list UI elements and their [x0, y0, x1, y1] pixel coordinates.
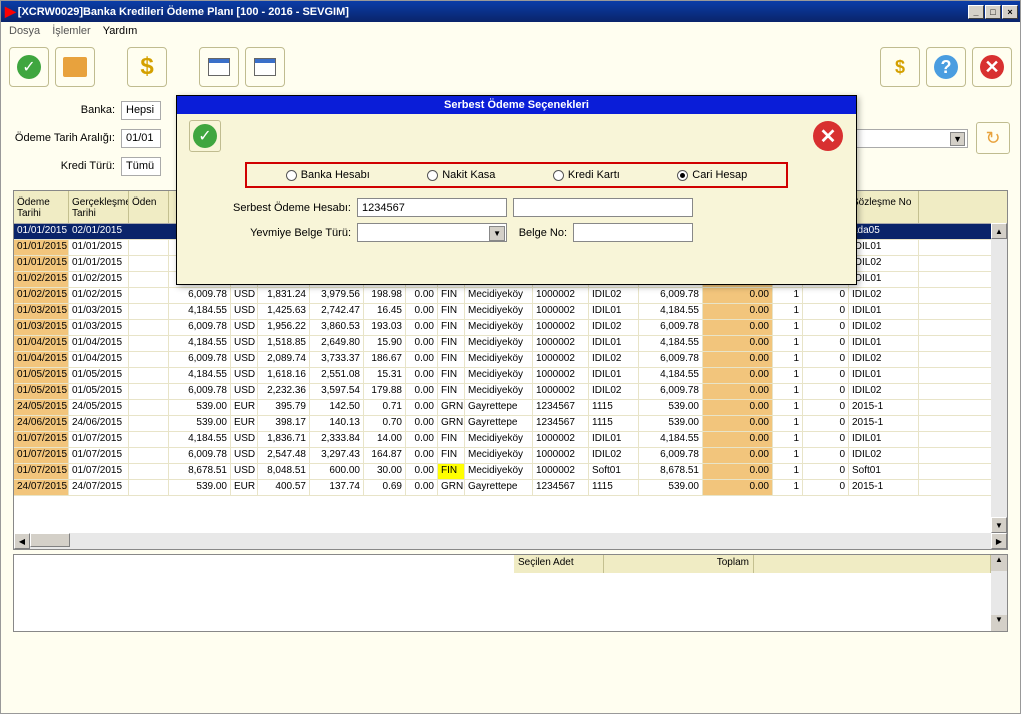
menu-islemler[interactable]: İşlemler [52, 25, 91, 37]
check-circle-icon: ✓ [17, 55, 41, 79]
help-button[interactable]: ? [926, 47, 966, 87]
scroll-left-icon[interactable]: ◀ [14, 533, 30, 549]
folder-icon [63, 57, 87, 77]
table-row[interactable]: 01/05/201501/05/20156,009.78USD2,232.363… [14, 384, 1007, 400]
window-title: [XCRW0029]Banka Kredileri Ödeme Planı [1… [18, 6, 968, 18]
col-oden[interactable]: Öden [129, 191, 169, 223]
open-button[interactable] [55, 47, 95, 87]
table-row[interactable]: 01/05/201501/05/20154,184.55USD1,618.162… [14, 368, 1007, 384]
table-row[interactable]: 01/02/201501/02/20156,009.78USD1,831.243… [14, 288, 1007, 304]
grid1-button[interactable] [199, 47, 239, 87]
table-row[interactable]: 01/03/201501/03/20154,184.55USD1,425.632… [14, 304, 1007, 320]
belge-no-label: Belge No: [513, 227, 573, 239]
table-row[interactable]: 01/07/201501/07/20156,009.78USD2,547.483… [14, 448, 1007, 464]
table-row[interactable]: 01/03/201501/03/20156,009.78USD1,956.223… [14, 320, 1007, 336]
title-bar: ▶ [XCRW0029]Banka Kredileri Ödeme Planı … [1, 1, 1020, 22]
pay-button[interactable]: $ [127, 47, 167, 87]
scroll-down-icon[interactable]: ▼ [991, 517, 1007, 533]
table-row[interactable]: 01/07/201501/07/20158,678.51USD8,048.516… [14, 464, 1007, 480]
close-circle-icon: ✕ [813, 121, 843, 151]
refresh-button[interactable]: ↻ [976, 122, 1010, 154]
table-row[interactable]: 01/07/201501/07/20154,184.55USD1,836.712… [14, 432, 1007, 448]
scroll-right-icon[interactable]: ▶ [991, 533, 1007, 549]
check-circle-icon: ✓ [193, 124, 217, 148]
close-button[interactable]: × [1002, 5, 1018, 19]
report-button[interactable]: $ [880, 47, 920, 87]
app-icon: ▶ [5, 3, 16, 20]
scroll-up-icon[interactable]: ▲ [991, 223, 1007, 239]
col-odeme-tarihi[interactable]: Ödeme Tarihi [14, 191, 69, 223]
grid-icon [254, 58, 276, 76]
exit-button[interactable]: ✕ [972, 47, 1012, 87]
main-toolbar: ✓ $ $ ? ✕ [1, 40, 1020, 94]
vertical-scrollbar[interactable]: ▲ ▼ [991, 223, 1007, 533]
tarih-from-input[interactable] [121, 129, 161, 148]
scroll-up-icon[interactable]: ▲ [991, 555, 1007, 571]
dollar-icon: $ [140, 53, 153, 81]
document-dollar-icon: $ [895, 57, 905, 78]
payment-type-radiogroup: Banka Hesabı Nakit Kasa Kredi Kartı Cari… [245, 162, 788, 188]
belge-turu-label: Yevmiye Belge Türü: [197, 227, 357, 239]
horizontal-scrollbar[interactable]: ◀ ▶ [14, 533, 1007, 549]
hesap-input[interactable] [357, 198, 507, 217]
belge-turu-select[interactable] [357, 223, 507, 242]
summary-grid: Seçilen Adet Toplam ▲ ▼ [13, 554, 1008, 632]
confirm-button[interactable]: ✓ [9, 47, 49, 87]
col-gerceklesme[interactable]: Gerçekleşme Tarihi [69, 191, 129, 223]
col-sozlesme[interactable]: Sözleşme No [849, 191, 919, 223]
table-row[interactable]: 24/07/201524/07/2015539.00EUR400.57137.7… [14, 480, 1007, 496]
banka-select[interactable] [121, 101, 161, 120]
kredi-label: Kredi Türü: [11, 160, 121, 172]
menu-yardim[interactable]: Yardım [103, 25, 138, 37]
scroll-down-icon[interactable]: ▼ [991, 615, 1007, 631]
dialog-title: Serbest Ödeme Seçenekleri [177, 96, 856, 114]
kredi-select[interactable] [121, 157, 161, 176]
table-row[interactable]: 24/05/201524/05/2015539.00EUR395.79142.5… [14, 400, 1007, 416]
help-icon: ? [934, 55, 958, 79]
hesap-desc-input[interactable] [513, 198, 693, 217]
radio-nakit-kasa[interactable]: Nakit Kasa [427, 169, 495, 181]
table-row[interactable]: 01/04/201501/04/20156,009.78USD2,089.743… [14, 352, 1007, 368]
banka-label: Banka: [11, 104, 121, 116]
radio-icon [427, 170, 438, 181]
hesap-label: Serbest Ödeme Hesabı: [197, 202, 357, 214]
maximize-button[interactable]: □ [985, 5, 1001, 19]
tarih-label: Ödeme Tarih Aralığı: [11, 132, 121, 144]
radio-kredi-karti[interactable]: Kredi Kartı [553, 169, 620, 181]
radio-cari-hesap[interactable]: Cari Hesap [677, 169, 747, 181]
minimize-button[interactable]: _ [968, 5, 984, 19]
close-circle-icon: ✕ [980, 55, 1004, 79]
grid-icon [208, 58, 230, 76]
radio-icon [677, 170, 688, 181]
col-toplam: Toplam [604, 555, 754, 573]
dialog-cancel-button[interactable]: ✕ [812, 120, 844, 152]
dialog-ok-button[interactable]: ✓ [189, 120, 221, 152]
belge-no-input[interactable] [573, 223, 693, 242]
table-row[interactable]: 24/06/201524/06/2015539.00EUR398.17140.1… [14, 416, 1007, 432]
radio-banka-hesabi[interactable]: Banka Hesabı [286, 169, 370, 181]
radio-icon [286, 170, 297, 181]
table-row[interactable]: 01/04/201501/04/20154,184.55USD1,518.852… [14, 336, 1007, 352]
refresh-icon: ↻ [985, 128, 1000, 149]
menu-dosya[interactable]: Dosya [9, 25, 40, 37]
scroll-thumb[interactable] [30, 533, 70, 547]
menubar: Dosya İşlemler Yardım [1, 22, 1020, 40]
payment-options-dialog: Serbest Ödeme Seçenekleri ✓ ✕ Banka Hesa… [176, 95, 857, 285]
col-secilen-adet: Seçilen Adet [514, 555, 604, 573]
grid2-button[interactable] [245, 47, 285, 87]
radio-icon [553, 170, 564, 181]
